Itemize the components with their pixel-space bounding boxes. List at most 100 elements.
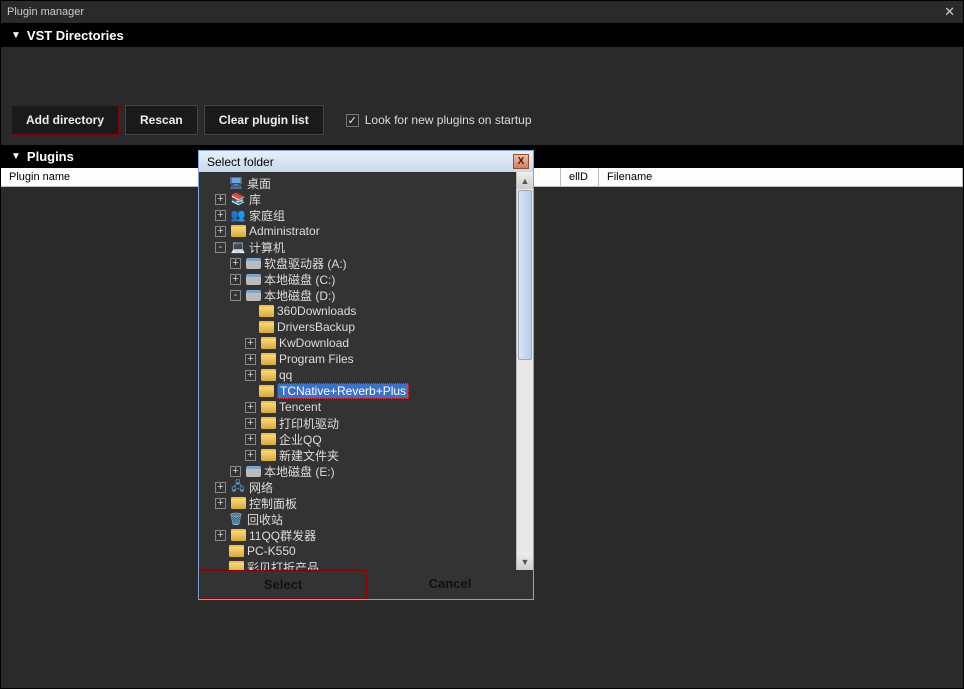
folder-icon (230, 528, 246, 542)
expand-icon[interactable]: + (245, 450, 256, 461)
expand-icon[interactable]: + (215, 210, 226, 221)
tree-item[interactable]: 🗑回收站 (201, 511, 514, 527)
tree-item-label: 库 (249, 191, 261, 208)
expand-icon[interactable]: + (245, 402, 256, 413)
folder-icon (260, 448, 276, 462)
tree-item[interactable]: + 企业QQ (201, 431, 514, 447)
tree-item[interactable]: 🖥桌面 (201, 175, 514, 191)
expand-icon[interactable]: + (230, 274, 241, 285)
tree-item[interactable]: +11QQ群发器 (201, 527, 514, 543)
tree-item[interactable]: + 📚库 (201, 191, 514, 207)
cancel-button[interactable]: Cancel (367, 570, 533, 599)
dialog-button-row: Select Cancel (199, 570, 533, 599)
tree-item-label: 彩贝打折产品 (247, 559, 319, 571)
control-panel-icon (230, 496, 246, 510)
folder-icon (228, 560, 244, 570)
folder-icon (260, 416, 276, 430)
dialog-title: Select folder (207, 155, 274, 169)
tree-item[interactable]: + 控制面板 (201, 495, 514, 511)
close-icon[interactable]: ✕ (944, 4, 955, 20)
expand-icon[interactable]: + (245, 354, 256, 365)
tree-item[interactable]: -本地磁盘 (D:) (201, 287, 514, 303)
dialog-titlebar[interactable]: Select folder X (199, 151, 533, 172)
tree-item[interactable]: PC-K550 (201, 543, 514, 559)
tree-item[interactable]: +👥家庭组 (201, 207, 514, 223)
expand-icon[interactable]: + (245, 434, 256, 445)
folder-icon (258, 320, 274, 334)
user-icon (230, 224, 246, 238)
expand-icon[interactable]: + (245, 370, 256, 381)
tree-item[interactable]: DriversBackup (201, 319, 514, 335)
tree-item-label: Program Files (279, 352, 354, 366)
folder-icon (260, 352, 276, 366)
vst-section-title: VST Directories (27, 28, 124, 43)
scroll-up-icon[interactable]: ▲ (517, 172, 533, 189)
expand-icon[interactable]: + (230, 466, 241, 477)
tree-item[interactable]: +打印机驱动 (201, 415, 514, 431)
tree-item-label: 网络 (249, 479, 273, 496)
tree-item[interactable]: + Program Files (201, 351, 514, 367)
tree-item[interactable]: + 🖧网络 (201, 479, 514, 495)
dialog-close-button[interactable]: X (513, 154, 529, 169)
folder-tree[interactable]: 🖥桌面 + 📚库+👥家庭组+Administrator-💻计算机 + 软盘驱动器 (A:… (199, 172, 516, 570)
tree-item[interactable]: +qq (201, 367, 514, 383)
tree-item-label: 家庭组 (249, 207, 285, 224)
startup-checkbox-label: Look for new plugins on startup (365, 113, 532, 127)
expand-icon[interactable]: + (245, 338, 256, 349)
tree-item-label: 本地磁盘 (C:) (264, 271, 335, 288)
scrollbar[interactable]: ▲ ▼ (516, 172, 533, 570)
expand-icon[interactable]: + (215, 226, 226, 237)
library-icon: 📚 (230, 192, 246, 206)
collapse-icon: ▼ (11, 30, 21, 41)
expand-icon[interactable]: + (230, 258, 241, 269)
tree-item-label: 本地磁盘 (E:) (264, 463, 335, 480)
startup-checkbox[interactable]: ✓ (346, 114, 359, 127)
expand-icon[interactable]: + (215, 482, 226, 493)
drive-icon (245, 464, 261, 478)
collapse-icon[interactable]: - (230, 290, 241, 301)
network-icon: 🖧 (230, 480, 246, 494)
desktop-icon: 🖥 (228, 176, 244, 190)
plugins-section-title: Plugins (27, 149, 74, 164)
tree-item[interactable]: + 本地磁盘 (E:) (201, 463, 514, 479)
select-button[interactable]: Select (199, 570, 367, 599)
tree-item[interactable]: 360Downloads (201, 303, 514, 319)
tree-item[interactable]: +Tencent (201, 399, 514, 415)
scroll-down-icon[interactable]: ▼ (517, 553, 533, 570)
add-directory-button[interactable]: Add directory (11, 105, 119, 135)
rescan-button[interactable]: Rescan (125, 105, 198, 135)
expand-icon[interactable]: + (245, 418, 256, 429)
collapse-icon: ▼ (11, 151, 21, 162)
tree-item-label: 11QQ群发器 (249, 527, 316, 544)
col-filename[interactable]: Filename (599, 168, 963, 186)
select-folder-dialog: Select folder X 🖥桌面 + 📚库+👥家庭组+Administrato… (198, 150, 534, 600)
drive-icon (245, 288, 261, 302)
clear-plugin-list-button[interactable]: Clear plugin list (204, 105, 324, 135)
tree-item-label: 桌面 (247, 175, 271, 192)
expand-icon[interactable]: + (215, 194, 226, 205)
tree-item[interactable]: +KwDownload (201, 335, 514, 351)
expand-icon[interactable]: + (215, 498, 226, 509)
scroll-thumb[interactable] (518, 190, 532, 360)
drive-icon (245, 256, 261, 270)
tree-item-label: 360Downloads (277, 304, 356, 318)
tree-item[interactable]: +新建文件夹 (201, 447, 514, 463)
tree-item-label: 回收站 (247, 511, 283, 528)
tree-item-label: 企业QQ (279, 431, 322, 448)
tree-item[interactable]: +Administrator (201, 223, 514, 239)
vst-section-header[interactable]: ▼ VST Directories (1, 24, 963, 47)
tree-item[interactable]: + 软盘驱动器 (A:) (201, 255, 514, 271)
tree-item[interactable]: 彩贝打折产品 (201, 559, 514, 570)
tree-item[interactable]: + 本地磁盘 (C:) (201, 271, 514, 287)
tree-item-label: 控制面板 (249, 495, 297, 512)
expand-icon[interactable]: + (215, 530, 226, 541)
recycle-icon: 🗑 (228, 512, 244, 526)
tree-item[interactable]: -💻计算机 (201, 239, 514, 255)
collapse-icon[interactable]: - (215, 242, 226, 253)
folder-icon (260, 400, 276, 414)
col-cell-id[interactable]: ellD (561, 168, 599, 186)
tree-item[interactable]: TCNative+Reverb+Plus (201, 383, 514, 399)
tree-item-label: 计算机 (249, 239, 285, 256)
folder-icon (258, 384, 274, 398)
tree-item-label: 软盘驱动器 (A:) (264, 255, 347, 272)
